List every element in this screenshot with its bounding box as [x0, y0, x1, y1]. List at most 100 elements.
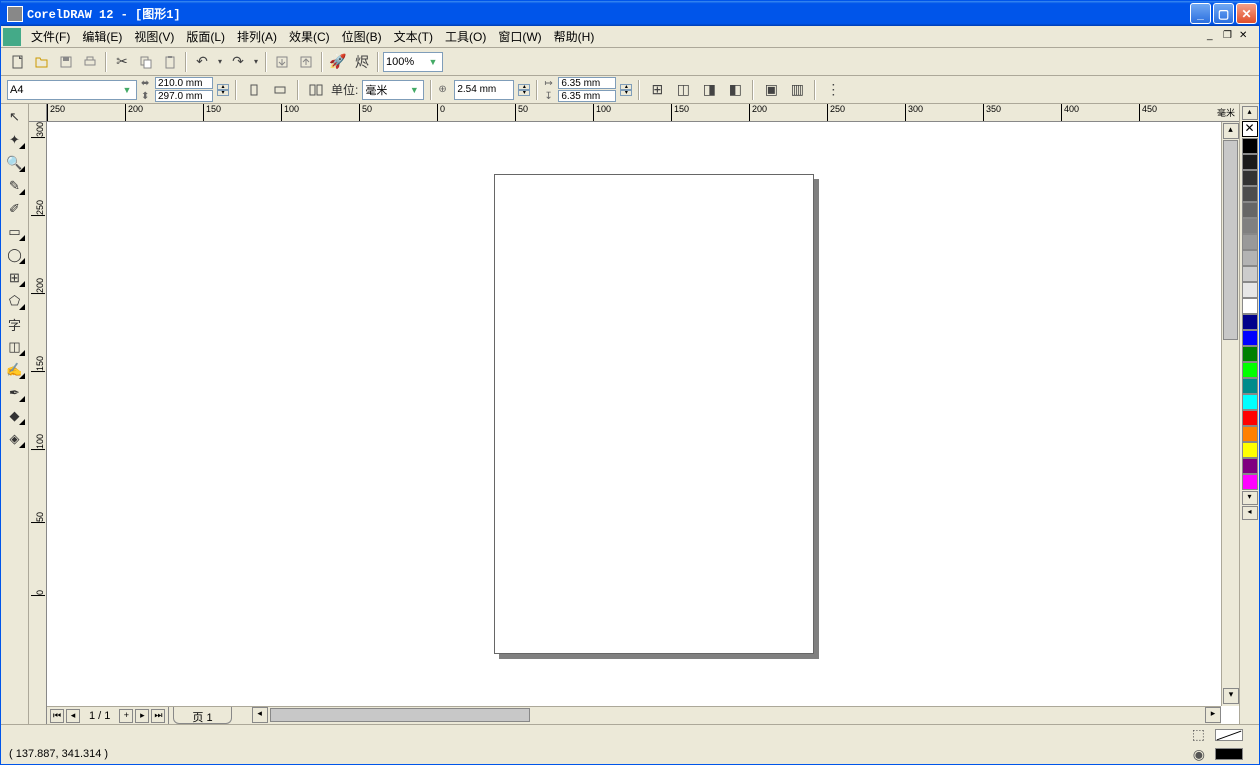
fill-swatch-none[interactable]	[1215, 729, 1243, 741]
color-swatch[interactable]	[1242, 170, 1258, 186]
color-swatch[interactable]	[1242, 474, 1258, 490]
menu-bitmaps[interactable]: 位图(B)	[336, 26, 388, 47]
zoom-input[interactable]	[386, 56, 426, 68]
undo-button[interactable]: ↶	[191, 51, 213, 73]
color-swatch[interactable]	[1242, 362, 1258, 378]
add-page-button[interactable]: +	[119, 709, 133, 723]
snap-objects-button[interactable]: ◨	[698, 79, 720, 101]
first-page-button[interactable]: ⏮	[50, 709, 64, 723]
cut-button[interactable]: ✂	[111, 51, 133, 73]
window-maximize-button[interactable]: ▢	[1213, 3, 1234, 24]
corel-online-button[interactable]: 烬	[351, 51, 373, 73]
page-tab-1[interactable]: 页 1	[173, 707, 231, 724]
undo-dropdown[interactable]: ▾	[215, 51, 225, 73]
nudge-spinner[interactable]: ▴▾	[518, 84, 530, 96]
palette-scroll-down[interactable]: ▾	[1242, 491, 1258, 505]
zoom-dropdown-icon[interactable]: ▼	[426, 57, 440, 67]
zoom-combo[interactable]: ▼	[383, 52, 443, 72]
menu-text[interactable]: 文本(T)	[388, 26, 439, 47]
color-swatch[interactable]	[1242, 266, 1258, 282]
page-dim-spinner[interactable]: ▴▾	[217, 84, 229, 96]
print-button[interactable]	[79, 51, 101, 73]
color-swatch[interactable]	[1242, 442, 1258, 458]
ellipse-tool[interactable]: ◯	[3, 244, 27, 266]
all-pages-button[interactable]	[305, 79, 327, 101]
vertical-scrollbar[interactable]: ▴ ▾	[1221, 122, 1239, 706]
unit-dropdown-icon[interactable]: ▼	[407, 85, 421, 95]
scroll-left-button[interactable]: ◂	[252, 707, 268, 723]
export-button[interactable]	[295, 51, 317, 73]
smart-draw-tool[interactable]: ✐	[3, 198, 27, 220]
zoom-tool[interactable]: 🔍	[3, 152, 27, 174]
drawing-page[interactable]	[494, 174, 814, 654]
shape-tool[interactable]: ✦	[3, 129, 27, 151]
portrait-button[interactable]	[243, 79, 265, 101]
page-width-input[interactable]	[155, 77, 213, 89]
outline-swatch-black[interactable]	[1215, 748, 1243, 760]
hscroll-thumb[interactable]	[270, 708, 530, 722]
next-page-button[interactable]: ▸	[135, 709, 149, 723]
outline-tool[interactable]: ✒	[3, 382, 27, 404]
treat-as-filled-button[interactable]: ▣	[760, 79, 782, 101]
dup-y-input[interactable]	[558, 90, 616, 102]
menu-help[interactable]: 帮助(H)	[548, 26, 601, 47]
window-minimize-button[interactable]: _	[1190, 3, 1211, 24]
open-button[interactable]	[31, 51, 53, 73]
color-swatch[interactable]	[1242, 138, 1258, 154]
text-tool[interactable]: 字	[3, 313, 27, 335]
scroll-down-button[interactable]: ▾	[1223, 688, 1239, 704]
menu-effects[interactable]: 效果(C)	[283, 26, 336, 47]
color-swatch[interactable]	[1242, 314, 1258, 330]
graph-paper-tool[interactable]: ⊞	[3, 267, 27, 289]
color-swatch[interactable]	[1242, 186, 1258, 202]
nudge-input[interactable]	[454, 80, 514, 100]
ruler-origin[interactable]	[29, 104, 47, 122]
app-launcher-button[interactable]: 🚀	[327, 51, 349, 73]
color-swatch[interactable]	[1242, 154, 1258, 170]
interactive-fill-tool[interactable]: ◈	[3, 428, 27, 450]
menu-view[interactable]: 视图(V)	[128, 26, 180, 47]
redo-button[interactable]: ↷	[227, 51, 249, 73]
page-height-input[interactable]	[155, 90, 213, 102]
color-swatch[interactable]	[1242, 282, 1258, 298]
no-color-swatch[interactable]	[1242, 121, 1258, 137]
snap-guides-button[interactable]: ◫	[672, 79, 694, 101]
horizontal-ruler[interactable]: 2502001501005005010015020025030035040045…	[47, 104, 1239, 122]
doc-minimize-button[interactable]: _	[1207, 30, 1221, 44]
color-swatch[interactable]	[1242, 458, 1258, 474]
basic-shapes-tool[interactable]: ⬠	[3, 290, 27, 312]
paper-size-combo[interactable]: ▼	[7, 80, 137, 100]
landscape-button[interactable]	[269, 79, 291, 101]
fill-tool[interactable]: ◆	[3, 405, 27, 427]
menu-window[interactable]: 窗口(W)	[492, 26, 547, 47]
interactive-blend-tool[interactable]: ◫	[3, 336, 27, 358]
import-button[interactable]	[271, 51, 293, 73]
color-swatch[interactable]	[1242, 330, 1258, 346]
paste-button[interactable]	[159, 51, 181, 73]
control-menu-icon[interactable]	[3, 28, 21, 46]
color-swatch[interactable]	[1242, 346, 1258, 362]
unit-input[interactable]	[365, 84, 407, 96]
save-button[interactable]	[55, 51, 77, 73]
color-swatch[interactable]	[1242, 298, 1258, 314]
menu-file[interactable]: 文件(F)	[25, 26, 76, 47]
paper-size-input[interactable]	[10, 84, 120, 96]
snap-grid-button[interactable]: ⊞	[646, 79, 668, 101]
menu-tools[interactable]: 工具(O)	[439, 26, 492, 47]
menu-arrange[interactable]: 排列(A)	[231, 26, 283, 47]
vertical-ruler[interactable]: 300250200150100500	[29, 122, 47, 724]
color-swatch[interactable]	[1242, 234, 1258, 250]
rectangle-tool[interactable]: ▭	[3, 221, 27, 243]
last-page-button[interactable]: ⏭	[151, 709, 165, 723]
horizontal-scrollbar[interactable]: ◂ ▸	[252, 707, 1221, 724]
menu-layout[interactable]: 版面(L)	[180, 26, 231, 47]
canvas-viewport[interactable]	[47, 122, 1221, 706]
palette-flyout-button[interactable]: ◂	[1242, 506, 1258, 520]
prev-page-button[interactable]: ◂	[66, 709, 80, 723]
vscroll-thumb[interactable]	[1223, 140, 1238, 340]
dup-x-input[interactable]	[558, 77, 616, 89]
doc-restore-button[interactable]: ❐	[1223, 30, 1237, 44]
color-swatch[interactable]	[1242, 202, 1258, 218]
eyedropper-tool[interactable]: ✍	[3, 359, 27, 381]
scroll-up-button[interactable]: ▴	[1223, 123, 1239, 139]
